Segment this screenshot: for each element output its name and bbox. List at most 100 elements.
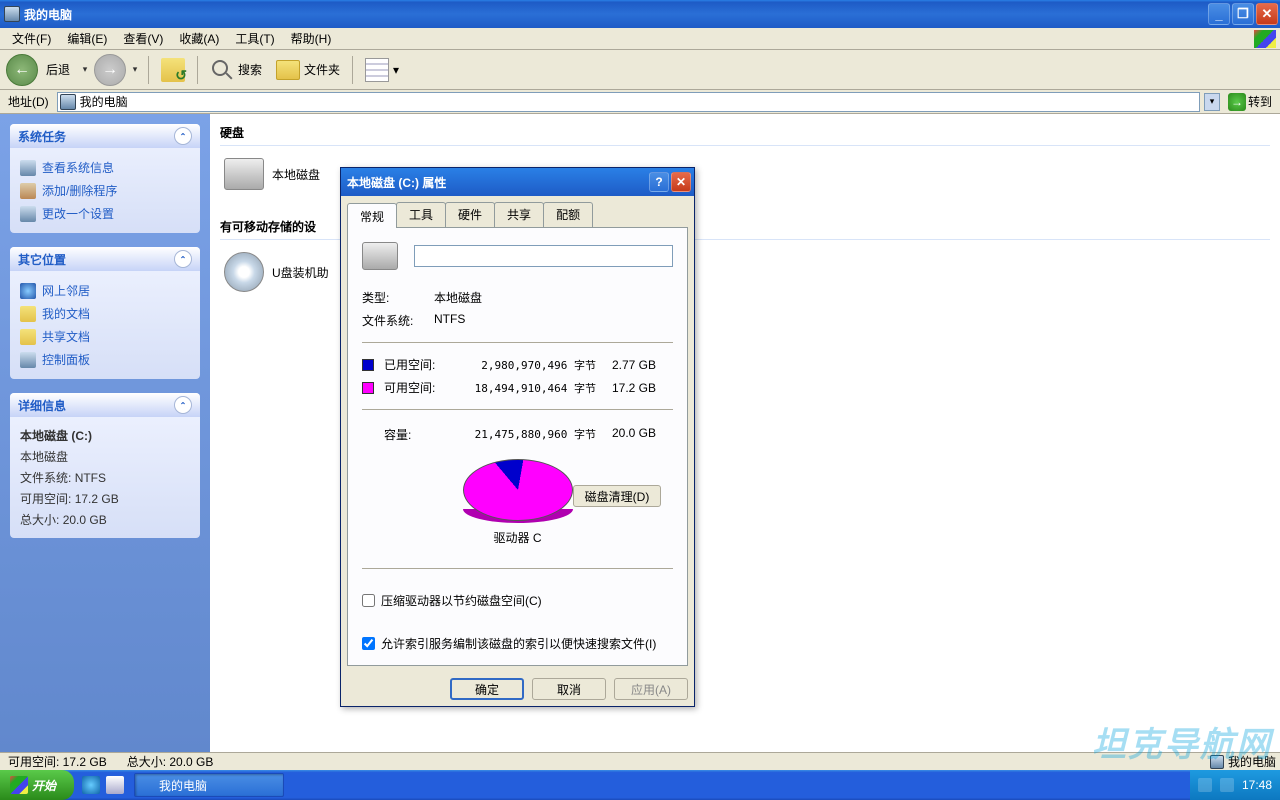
index-checkbox[interactable] xyxy=(362,637,375,650)
toolbar: 后退 搜索 文件夹 ▾ xyxy=(0,50,1280,90)
show-desktop-icon[interactable] xyxy=(106,776,124,794)
dialog-titlebar: 本地磁盘 (C:) 属性 ? ✕ xyxy=(341,168,694,196)
panel-title: 其它位置 xyxy=(18,251,66,268)
go-label: 转到 xyxy=(1248,93,1272,110)
panel-header[interactable]: 详细信息 ⌃ xyxy=(10,393,200,417)
go-button[interactable]: 转到 xyxy=(1224,93,1276,111)
ie-icon[interactable] xyxy=(82,776,100,794)
menu-edit[interactable]: 编辑(E) xyxy=(59,28,115,49)
sidebar-item-documents[interactable]: 我的文档 xyxy=(20,302,190,325)
index-label: 允许索引服务编制该磁盘的索引以便快速搜索文件(I) xyxy=(381,635,656,652)
settings-icon xyxy=(20,206,36,222)
my-computer-icon xyxy=(60,94,76,110)
sidebar: 系统任务 ⌃ 查看系统信息 添加/删除程序 更改一个设置 其它位置 ⌃ 网上邻居… xyxy=(0,114,210,752)
free-color-swatch xyxy=(362,382,374,394)
sidebar-item-change-setting[interactable]: 更改一个设置 xyxy=(20,202,190,225)
type-value: 本地磁盘 xyxy=(434,289,482,306)
folders-label: 文件夹 xyxy=(304,61,340,78)
window-titlebar: 我的电脑 _ ❐ ✕ xyxy=(0,0,1280,28)
cd-drive-icon xyxy=(224,252,264,292)
fs-value: NTFS xyxy=(434,312,465,329)
system-tray: 17:48 xyxy=(1190,770,1280,800)
minimize-button[interactable]: _ xyxy=(1208,3,1230,25)
panel-title: 详细信息 xyxy=(18,397,66,414)
sidebar-item-system-info[interactable]: 查看系统信息 xyxy=(20,156,190,179)
fs-label: 文件系统: xyxy=(362,312,434,329)
up-button[interactable] xyxy=(155,56,191,84)
separator xyxy=(197,56,198,84)
sidebar-item-shared[interactable]: 共享文档 xyxy=(20,325,190,348)
menu-help[interactable]: 帮助(H) xyxy=(283,28,340,49)
detail-fs: 文件系统: NTFS xyxy=(20,467,190,488)
panel-header[interactable]: 系统任务 ⌃ xyxy=(10,124,200,148)
folder-icon xyxy=(276,60,300,80)
box-icon xyxy=(20,183,36,199)
separator xyxy=(352,56,353,84)
status-bar: 可用空间: 17.2 GB 总大小: 20.0 GB 我的电脑 xyxy=(0,752,1280,770)
address-dropdown[interactable] xyxy=(1204,93,1220,111)
menu-view[interactable]: 查看(V) xyxy=(115,28,171,49)
restore-button[interactable]: ❐ xyxy=(1232,3,1254,25)
tab-hardware[interactable]: 硬件 xyxy=(445,202,495,227)
back-dropdown[interactable] xyxy=(78,55,92,85)
status-free: 可用空间: 17.2 GB xyxy=(4,753,111,770)
apply-button: 应用(A) xyxy=(614,678,688,700)
ok-button[interactable]: 确定 xyxy=(450,678,524,700)
menu-tools[interactable]: 工具(T) xyxy=(227,28,282,49)
back-button[interactable] xyxy=(6,54,38,86)
pie-caption: 驱动器 C xyxy=(362,521,673,546)
window-title: 我的电脑 xyxy=(24,6,1208,23)
up-folder-icon xyxy=(161,58,185,82)
used-color-swatch xyxy=(362,359,374,371)
compress-label: 压缩驱动器以节约磁盘空间(C) xyxy=(381,592,542,609)
tab-strip: 常规 工具 硬件 共享 配额 xyxy=(341,196,694,227)
panel-system-tasks: 系统任务 ⌃ 查看系统信息 添加/删除程序 更改一个设置 xyxy=(10,124,200,233)
menu-file[interactable]: 文件(F) xyxy=(4,28,59,49)
help-button[interactable]: ? xyxy=(649,172,669,192)
sidebar-item-add-remove[interactable]: 添加/删除程序 xyxy=(20,179,190,202)
taskbar: 开始 我的电脑 17:48 xyxy=(0,770,1280,800)
control-panel-icon xyxy=(20,352,36,368)
collapse-icon[interactable]: ⌃ xyxy=(174,250,192,268)
clock: 17:48 xyxy=(1242,778,1272,792)
tab-general[interactable]: 常规 xyxy=(347,203,397,228)
disk-cleanup-button[interactable]: 磁盘清理(D) xyxy=(573,485,661,507)
dialog-close-button[interactable]: ✕ xyxy=(671,172,691,192)
tab-sharing[interactable]: 共享 xyxy=(494,202,544,227)
address-input[interactable]: 我的电脑 xyxy=(57,92,1200,112)
search-icon xyxy=(210,58,234,82)
address-bar: 地址(D) 我的电脑 转到 xyxy=(0,90,1280,114)
globe-icon xyxy=(20,283,36,299)
volume-name-input[interactable] xyxy=(414,245,673,267)
panel-other-places: 其它位置 ⌃ 网上邻居 我的文档 共享文档 控制面板 xyxy=(10,247,200,379)
panel-header[interactable]: 其它位置 ⌃ xyxy=(10,247,200,271)
collapse-icon[interactable]: ⌃ xyxy=(174,127,192,145)
tray-icon[interactable] xyxy=(1198,778,1212,792)
view-drop: ▾ xyxy=(393,63,399,77)
folders-button[interactable]: 文件夹 xyxy=(270,58,346,82)
taskbar-task-button[interactable]: 我的电脑 xyxy=(134,773,284,797)
my-computer-icon xyxy=(1210,755,1224,769)
view-button[interactable]: ▾ xyxy=(359,56,405,84)
menu-favorites[interactable]: 收藏(A) xyxy=(171,28,227,49)
close-button[interactable]: ✕ xyxy=(1256,3,1278,25)
windows-logo-icon xyxy=(1254,30,1276,48)
free-gb: 17.2 GB xyxy=(596,381,656,395)
cancel-button[interactable]: 取消 xyxy=(532,678,606,700)
collapse-icon[interactable]: ⌃ xyxy=(174,396,192,414)
tab-quota[interactable]: 配额 xyxy=(543,202,593,227)
compress-checkbox[interactable] xyxy=(362,594,375,607)
start-button[interactable]: 开始 xyxy=(0,770,74,800)
sidebar-item-network[interactable]: 网上邻居 xyxy=(20,279,190,302)
tray-icon[interactable] xyxy=(1220,778,1234,792)
detail-free: 可用空间: 17.2 GB xyxy=(20,488,190,509)
group-drives: 硬盘 xyxy=(220,120,1270,146)
detail-type: 本地磁盘 xyxy=(20,446,190,467)
search-button[interactable]: 搜索 xyxy=(204,56,268,84)
my-computer-icon xyxy=(4,6,20,22)
status-total: 总大小: 20.0 GB xyxy=(123,753,218,770)
status-location: 我的电脑 xyxy=(1228,753,1276,770)
sidebar-item-control-panel[interactable]: 控制面板 xyxy=(20,348,190,371)
tab-tools[interactable]: 工具 xyxy=(396,202,446,227)
forward-dropdown[interactable] xyxy=(128,55,142,85)
